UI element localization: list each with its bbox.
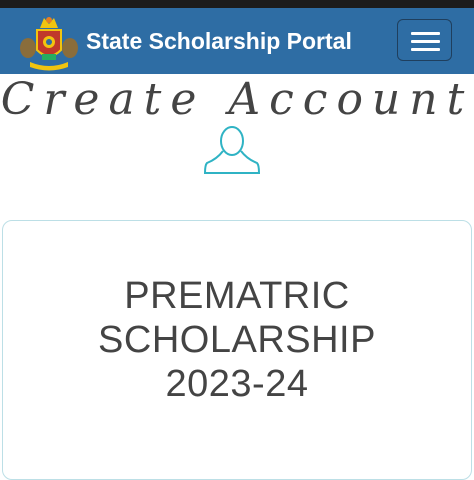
card-title-line: 2023-24 [165, 363, 309, 405]
status-bar [0, 0, 474, 8]
brand-title[interactable]: State Scholarship Portal [86, 28, 352, 55]
card-title: PREMATRIC SCHOLARSHIP 2023-24 [0, 274, 474, 406]
state-emblem-logo[interactable] [18, 14, 80, 72]
card-title-line: PREMATRIC [124, 275, 350, 317]
menu-toggle-button[interactable] [397, 19, 452, 61]
card-title-line: SCHOLARSHIP [98, 319, 376, 361]
page-title: Create Account [0, 74, 474, 125]
navbar: State Scholarship Portal [0, 8, 474, 74]
user-icon [203, 125, 261, 175]
